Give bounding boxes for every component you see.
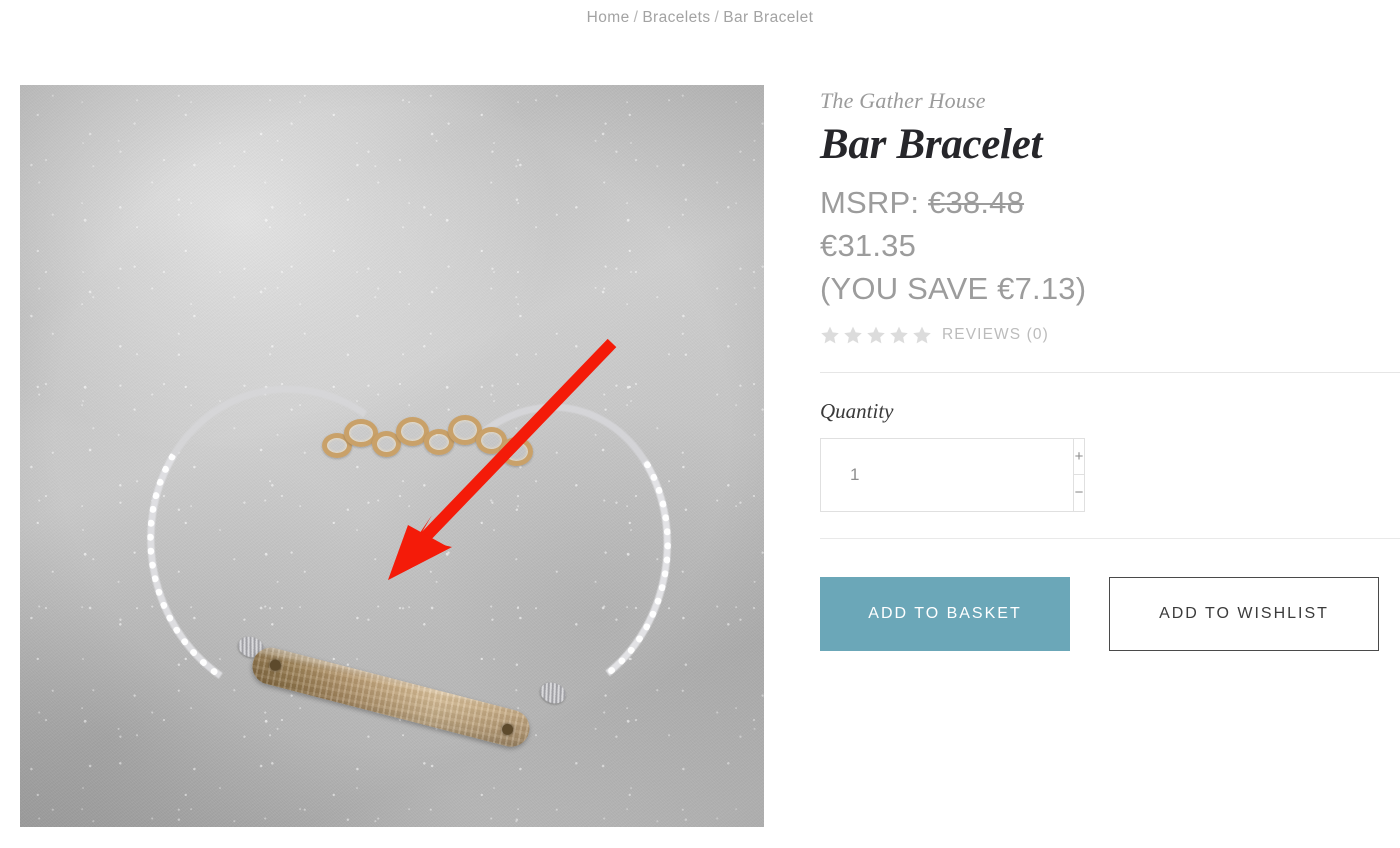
- rating-row[interactable]: REVIEWS (0): [820, 325, 1380, 345]
- breadcrumb-item-current: Bar Bracelet: [723, 9, 814, 26]
- star-rating[interactable]: [820, 325, 932, 345]
- product-details: The Gather House Bar Bracelet MSRP: €38.…: [820, 85, 1400, 651]
- quantity-decrease-button[interactable]: −: [1074, 474, 1084, 511]
- product-page: Home / Bracelets / Bar Bracelet The Gath…: [0, 0, 1400, 848]
- msrp-line: MSRP: €38.48: [820, 182, 1380, 225]
- add-to-wishlist-button[interactable]: ADD TO WISHLIST: [1109, 576, 1379, 651]
- breadcrumb: Home / Bracelets / Bar Bracelet: [0, 0, 1400, 27]
- add-to-basket-button[interactable]: ADD TO BASKET: [820, 576, 1070, 651]
- quantity-buttons: + −: [1073, 438, 1084, 511]
- divider: [820, 537, 1400, 539]
- photo-vignette: [20, 85, 764, 827]
- star-icon[interactable]: [912, 325, 932, 345]
- savings-text: (YOU SAVE €7.13): [820, 270, 1087, 306]
- product-image[interactable]: [20, 85, 764, 827]
- action-buttons: ADD TO BASKET ADD TO WISHLIST: [820, 576, 1380, 651]
- quantity-label: Quantity: [820, 398, 894, 423]
- star-icon[interactable]: [820, 325, 840, 345]
- quantity-increase-button[interactable]: +: [1074, 438, 1084, 475]
- product-brand: The Gather House: [820, 88, 986, 113]
- breadcrumb-item-home[interactable]: Home: [587, 9, 630, 26]
- quantity-input[interactable]: [821, 438, 1073, 511]
- quantity-stepper[interactable]: + −: [820, 437, 1085, 512]
- breadcrumb-separator: /: [714, 9, 720, 26]
- star-icon[interactable]: [866, 325, 886, 345]
- star-icon[interactable]: [889, 325, 909, 345]
- star-icon[interactable]: [843, 325, 863, 345]
- msrp-label: MSRP:: [820, 185, 920, 221]
- current-price: €31.35: [820, 228, 917, 264]
- page-title: Bar Bracelet: [820, 121, 1043, 168]
- breadcrumb-separator: /: [633, 9, 639, 26]
- reviews-count-label[interactable]: REVIEWS (0): [942, 326, 1049, 344]
- divider: [820, 371, 1400, 373]
- price-block: MSRP: €38.48 €31.35 (YOU SAVE €7.13): [820, 182, 1380, 310]
- breadcrumb-item-bracelets[interactable]: Bracelets: [642, 9, 710, 26]
- msrp-value: €38.48: [928, 185, 1025, 221]
